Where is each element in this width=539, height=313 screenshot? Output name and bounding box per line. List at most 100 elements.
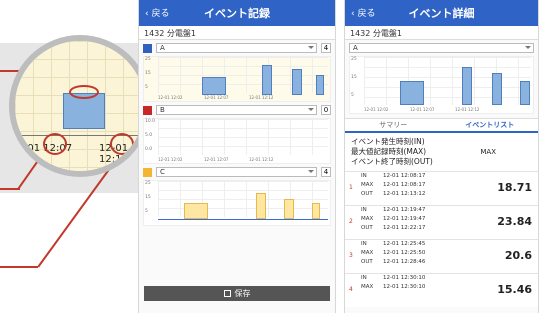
row-label: MAX — [361, 250, 374, 256]
screen-title: イベント詳細 — [408, 7, 475, 20]
row-label: IN — [361, 275, 367, 281]
event-in-time: 12-01 12:25:45 — [383, 241, 426, 247]
back-button[interactable]: ‹ 戻る — [145, 6, 169, 19]
screen-title: イベント記録 — [204, 7, 270, 20]
highlight-ring-right — [110, 133, 134, 155]
event-number: 2 — [349, 218, 353, 225]
color-swatch — [143, 167, 152, 177]
y-tick: 5 — [145, 209, 148, 214]
threshold-line — [158, 219, 328, 220]
event-max-time: 12-01 12:25:50 — [383, 250, 426, 256]
row-label: MAX — [361, 182, 374, 188]
section-chart[interactable]: 10.0 5.0 0.0 12-01 12:02 12-01 12:07 12-… — [143, 118, 331, 164]
chart-bar — [292, 69, 302, 95]
y-tick: 5 — [145, 85, 148, 90]
event-max-time: 12-01 12:30:10 — [383, 284, 426, 290]
event-max-value: 18.71 — [497, 181, 532, 194]
event-count: 4 — [321, 43, 331, 53]
event-out-time: 12-01 12:28:46 — [383, 259, 426, 265]
event-max-time: 12-01 12:08:17 — [383, 182, 426, 188]
event-max-value: 20.6 — [504, 249, 532, 262]
chart-grid — [364, 57, 531, 105]
color-swatch — [143, 105, 152, 115]
back-button[interactable]: ‹ 戻る — [351, 6, 375, 19]
highlight-ring-left — [43, 133, 67, 155]
app-bar: ‹ 戻る イベント詳細 — [345, 0, 538, 26]
save-icon — [223, 290, 231, 297]
detail-tabs: サマリー イベントリスト — [345, 118, 538, 133]
row-label: IN — [361, 207, 367, 213]
event-number: 1 — [349, 184, 353, 191]
y-tick: 10.0 — [145, 119, 156, 124]
list-item[interactable]: 4 IN 12-01 12:30:10 MAX 12-01 12:30:10 15.… — [345, 273, 538, 307]
chart-bar — [256, 193, 266, 219]
chart-bar — [492, 73, 502, 105]
y-tick: 15 — [145, 71, 151, 76]
x-tick: 12-01 12:07 — [204, 95, 229, 100]
row-label: MAX — [361, 284, 374, 290]
section-a: A 25 15 5 12-01 12:02 12-01 12:07 12-01 … — [349, 42, 534, 114]
y-tick: 25 — [145, 57, 151, 62]
y-tick: 15 — [351, 75, 357, 80]
device-name: 1432 分電盤1 — [345, 26, 538, 40]
chart-bar — [520, 81, 530, 105]
x-tick: 12-01 12:02 — [158, 95, 183, 100]
event-max-time: 12-01 12:19:47 — [383, 216, 426, 222]
magnifier-lens: 12-01 12:07 12-01 12:13 — [9, 35, 151, 177]
y-tick: 5 — [351, 93, 354, 98]
section-chart[interactable]: 25 15 5 12-01 12:02 12-01 12:07 12-01 12… — [349, 56, 534, 114]
tab-summary[interactable]: サマリー — [345, 119, 442, 131]
chart-bar — [462, 67, 472, 105]
event-count: 0 — [321, 105, 331, 115]
highlight-ring-top — [69, 85, 99, 99]
y-tick: 5.0 — [145, 133, 153, 138]
chart-bar — [262, 65, 272, 95]
section-a: A 4 25 15 5 12-01 12:02 12-01 12:07 12-0… — [143, 42, 331, 102]
event-log-illustration: 12-01 12:07 12-01 12:13 ‹ 戻る イベント記録 1432… — [0, 0, 539, 313]
x-tick: 12-01 12:02 — [158, 157, 183, 162]
list-item[interactable]: 1 IN 12-01 12:08:17 MAX 12-01 12:08:17 OUT… — [345, 171, 538, 205]
callout-line-bottom — [0, 266, 38, 268]
y-tick: 25 — [351, 57, 357, 62]
max-column-label: MAX — [480, 148, 496, 156]
event-number: 4 — [349, 286, 353, 293]
chart-bar — [312, 203, 320, 219]
chart-bar — [184, 203, 208, 219]
tab-event-list[interactable]: イベントリスト — [442, 119, 539, 131]
chart-bar — [284, 199, 294, 219]
header-out: イベント終了時刻(OUT) — [351, 157, 433, 166]
event-out-time: 12-01 12:13:12 — [383, 191, 426, 197]
chart-grid — [158, 57, 328, 93]
chart-grid — [158, 119, 328, 155]
row-label: IN — [361, 241, 367, 247]
x-tick: 12-01 12:07 — [410, 107, 435, 112]
x-tick: 12-01 12:12 — [249, 95, 274, 100]
x-tick: 12-01 12:02 — [364, 107, 389, 112]
list-item[interactable]: 2 IN 12-01 12:19:47 MAX 12-01 12:19:47 OUT… — [345, 205, 538, 239]
y-tick: 0.0 — [145, 147, 153, 152]
section-c: C 4 25 15 5 — [143, 166, 331, 226]
event-in-time: 12-01 12:19:47 — [383, 207, 426, 213]
section-select[interactable]: A — [349, 43, 534, 53]
section-select[interactable]: C — [156, 167, 317, 177]
section-chart[interactable]: 25 15 5 — [143, 180, 331, 226]
event-record-screen: ‹ 戻る イベント記録 1432 分電盤1 A 4 25 15 5 12-01 … — [138, 0, 336, 313]
row-label: OUT — [361, 225, 373, 231]
event-count: 4 — [321, 167, 331, 177]
section-select[interactable]: A — [156, 43, 317, 53]
row-label: OUT — [361, 191, 373, 197]
x-tick: 12-01 12:12 — [455, 107, 480, 112]
section-chart[interactable]: 25 15 5 12-01 12:02 12-01 12:07 12-01 12… — [143, 56, 331, 102]
event-in-time: 12-01 12:08:17 — [383, 173, 426, 179]
y-tick: 15 — [145, 195, 151, 200]
section-b: B 0 10.0 5.0 0.0 12-01 12:02 12-01 12:07… — [143, 104, 331, 164]
list-item[interactable]: 3 IN 12-01 12:25:45 MAX 12-01 12:25:50 OUT… — [345, 239, 538, 273]
header-in: イベント発生時刻(IN) — [351, 137, 425, 146]
x-tick: 12-01 12:12 — [249, 157, 274, 162]
save-label: 保存 — [234, 289, 251, 298]
section-select[interactable]: B — [156, 105, 317, 115]
event-in-time: 12-01 12:30:10 — [383, 275, 426, 281]
chart-bar — [316, 75, 324, 95]
chart-bar — [202, 77, 226, 95]
save-button[interactable]: 保存 — [144, 286, 330, 301]
